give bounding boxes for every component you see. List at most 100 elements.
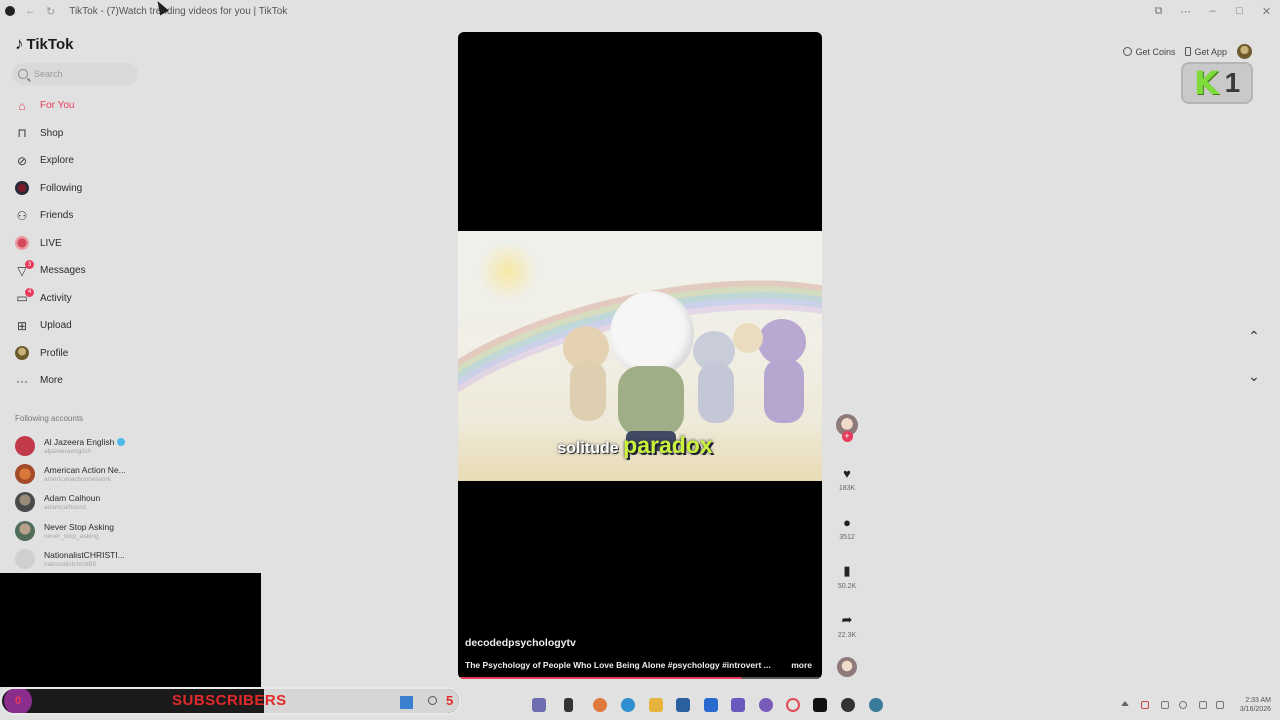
sidebar-item-following[interactable]: Following: [15, 175, 215, 203]
tray-app-icon[interactable]: [1141, 701, 1149, 709]
account-handle: nationalistchrist88: [44, 560, 97, 568]
microphone-icon[interactable]: [1179, 701, 1187, 709]
teams-icon[interactable]: [731, 698, 745, 712]
save-action[interactable]: ▮ 50.2K: [834, 560, 860, 590]
menu-dots-icon[interactable]: ⋯: [1172, 5, 1199, 18]
tiktok-logo[interactable]: ♪ TikTok: [15, 34, 73, 54]
get-coins-button[interactable]: Get Coins: [1123, 47, 1175, 57]
get-app-label: Get App: [1194, 46, 1227, 57]
comment-icon[interactable]: ●: [834, 511, 860, 533]
network-icon[interactable]: [1199, 701, 1207, 709]
creator-avatar-action[interactable]: +: [834, 414, 860, 442]
clock-time: 2:33 AM: [1245, 697, 1271, 704]
windows-start-icon[interactable]: [400, 696, 413, 709]
previous-video-chevron-up-icon[interactable]: ⌃: [1243, 325, 1265, 347]
following-account-item[interactable]: American Action Ne... americanactionnetw…: [15, 460, 215, 488]
k1-number: 1: [1224, 67, 1241, 98]
friends-icon: ⚇: [16, 208, 28, 223]
more-icon: ···: [16, 373, 28, 388]
edge-icon[interactable]: [621, 698, 635, 712]
video-more-link[interactable]: more: [791, 660, 812, 670]
close-icon[interactable]: ✕: [1253, 5, 1280, 18]
taskbar-app-icon[interactable]: [593, 698, 607, 712]
subscriber-ring-icon: 0: [4, 689, 32, 713]
main-figure-sweater: [618, 366, 684, 436]
get-app-button[interactable]: Get App: [1185, 47, 1227, 57]
figure-body: [764, 359, 804, 423]
folder-icon[interactable]: [649, 698, 663, 712]
taskbar-app-icon[interactable]: [759, 698, 773, 712]
following-account-item[interactable]: NationalistCHRISTI... nationalistchrist8…: [15, 545, 215, 573]
phone-icon: [1185, 47, 1192, 56]
sidebar-item-label: Explore: [40, 155, 74, 167]
tiktok-app-icon[interactable]: [813, 698, 827, 712]
account-name: Never Stop Asking: [44, 521, 114, 532]
minimize-icon[interactable]: –: [1199, 5, 1226, 17]
live-icon: [15, 236, 29, 251]
sidebar-nav: ⌂ For You ⊓ Shop ⊘ Explore Following ⚇ F…: [15, 92, 215, 395]
compass-icon: ⊘: [16, 153, 28, 168]
taskbar-app-icon[interactable]: [676, 698, 690, 712]
taskbar-app-icon[interactable]: [841, 698, 855, 712]
taskbar-search-icon[interactable]: [428, 696, 437, 705]
bookmark-icon[interactable]: ▮: [834, 560, 860, 582]
avatar: [15, 549, 35, 569]
sidebar-item-profile[interactable]: Profile: [15, 340, 215, 368]
avatar: [15, 464, 35, 484]
refresh-icon[interactable]: ↻: [46, 5, 55, 18]
taskbar-app-icon[interactable]: [564, 698, 573, 712]
next-video-chevron-down-icon[interactable]: ⌄: [1243, 365, 1265, 387]
share-arrow-icon[interactable]: ➦: [834, 609, 860, 631]
settings-gear-icon[interactable]: [869, 698, 883, 712]
sidebar-item-explore[interactable]: ⊘ Explore: [15, 147, 215, 175]
activity-badge: 4: [25, 287, 34, 297]
sidebar-item-upload[interactable]: ⊞ Upload: [15, 312, 215, 340]
k1-overlay-badge: K 1: [1181, 62, 1253, 104]
following-account-item[interactable]: Al Jazeera English aljazeeraenglish: [15, 432, 215, 460]
like-action[interactable]: ♥ 183K: [834, 462, 860, 493]
share-action[interactable]: ➦ 22.3K: [834, 609, 860, 639]
following-account-item[interactable]: Never Stop Asking never_stop_asking: [15, 517, 215, 545]
main-figure-head: [610, 291, 694, 377]
volume-icon[interactable]: [1216, 701, 1224, 709]
sidebar-item-friends[interactable]: ⚇ Friends: [15, 202, 215, 230]
home-icon: ⌂: [18, 98, 26, 113]
taskbar-app-icon[interactable]: [532, 698, 546, 712]
video-player[interactable]: solitude paradox decodedpsychologytv The…: [458, 32, 822, 679]
sidebar-item-live[interactable]: LIVE: [15, 230, 215, 258]
figure-body: [570, 361, 606, 421]
comment-action[interactable]: ● 3512: [834, 511, 860, 542]
tiktok-note-icon: ♪: [15, 34, 24, 53]
account-name: Al Jazeera English: [44, 436, 115, 447]
app-icon[interactable]: ⧉: [1145, 5, 1172, 18]
video-progress-bar[interactable]: [458, 677, 822, 679]
sidebar-item-for-you[interactable]: ⌂ For You: [15, 92, 215, 120]
header-actions: Get Coins Get App: [1123, 44, 1252, 59]
following-account-item[interactable]: Adam Calhoun adamcalhoun1: [15, 488, 215, 516]
sidebar-item-label: LIVE: [40, 237, 62, 249]
sound-disc-icon: [837, 657, 857, 677]
user-avatar[interactable]: [1237, 44, 1252, 59]
sidebar-item-activity[interactable]: ▭ 4 Activity: [15, 285, 215, 313]
tray-chevron-icon[interactable]: [1121, 701, 1129, 706]
like-count: 183K: [838, 485, 856, 492]
k-logo-letter: K: [1193, 64, 1219, 102]
maximize-icon[interactable]: □: [1226, 5, 1253, 17]
search-input[interactable]: Search: [12, 63, 138, 85]
tray-app-icon[interactable]: [1161, 701, 1169, 709]
sidebar-item-shop[interactable]: ⊓ Shop: [15, 120, 215, 148]
opera-icon[interactable]: [786, 698, 800, 712]
back-icon[interactable]: ←: [25, 5, 36, 17]
sidebar-item-messages[interactable]: ▽ 3 Messages: [15, 257, 215, 285]
follow-plus-icon[interactable]: +: [841, 431, 853, 442]
system-clock[interactable]: 2:33 AM 3/16/2026: [1240, 696, 1271, 714]
sidebar-item-more[interactable]: ··· More: [15, 367, 215, 395]
figure-body: [698, 363, 734, 423]
heart-icon[interactable]: ♥: [834, 462, 860, 484]
windows-taskbar: 2:33 AM 3/16/2026: [461, 691, 1280, 720]
sidebar-item-label: For You: [40, 100, 75, 112]
sound-avatar-action[interactable]: [834, 657, 860, 677]
video-author[interactable]: decodedpsychologytv: [465, 637, 576, 649]
search-icon: [18, 69, 28, 79]
outlook-icon[interactable]: [704, 698, 718, 712]
